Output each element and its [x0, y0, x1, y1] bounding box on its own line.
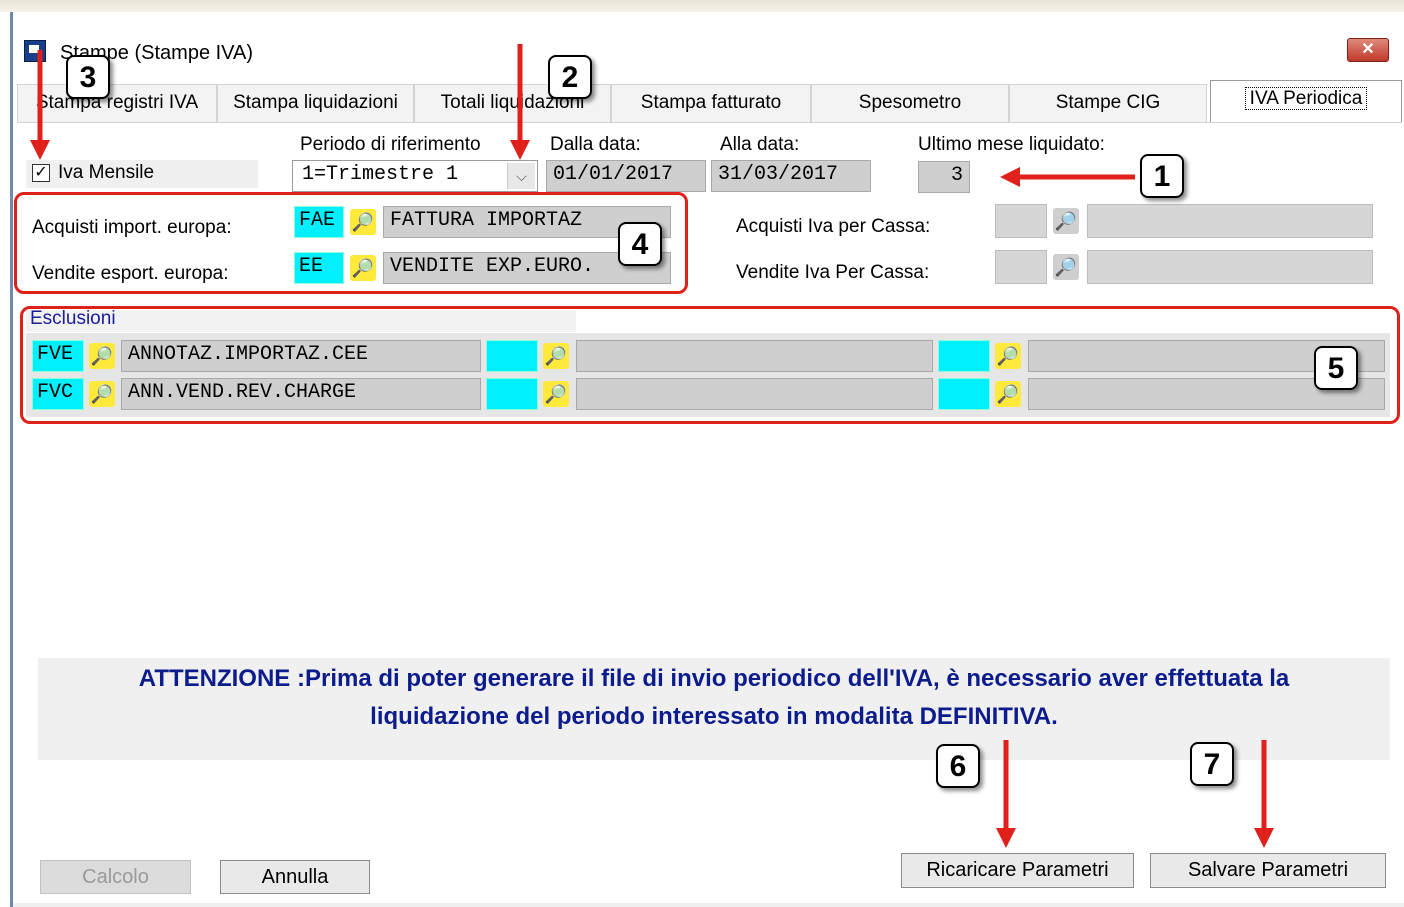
calcolo-button[interactable]: Calcolo — [40, 860, 191, 894]
acquisti-cassa-desc — [1087, 204, 1373, 238]
binoculars-icon: 🔎 — [1053, 254, 1079, 280]
acquisti-cassa-code — [995, 204, 1047, 238]
warning-line-1: ATTENZIONE :Prima di poter generare il f… — [138, 665, 1290, 692]
callout-4: 4 — [618, 222, 662, 266]
close-button[interactable]: ✕ — [1347, 38, 1389, 62]
binoculars-icon: 🔎 — [1053, 208, 1079, 234]
tab-divider — [17, 122, 1402, 123]
salvare-parametri-button[interactable]: Salvare Parametri — [1150, 853, 1386, 888]
highlight-frame-esclusioni — [20, 306, 1400, 424]
warning-message: ATTENZIONE :Prima di poter generare il f… — [38, 660, 1390, 736]
callout-1: 1 — [1140, 154, 1184, 198]
periodo-value: 1=Trimestre 1 — [302, 163, 459, 186]
dalla-data-field[interactable]: 01/01/2017 — [546, 160, 706, 192]
callout-6: 6 — [936, 744, 980, 788]
tab-stampa-registri-iva[interactable]: Stampa registri IVA — [17, 84, 217, 122]
tab-stampe-cig[interactable]: Stampe CIG — [1009, 84, 1207, 122]
desktop-background — [0, 0, 1404, 12]
app-icon — [24, 40, 46, 62]
tab-iva-periodica[interactable]: IVA Periodica — [1210, 80, 1402, 122]
iva-mensile-checkbox[interactable]: ✓ — [32, 164, 50, 182]
tab-stampa-liquidazioni[interactable]: Stampa liquidazioni — [217, 84, 414, 122]
tab-stampa-fatturato[interactable]: Stampa fatturato — [611, 84, 811, 122]
warning-line-2: liquidazione del periodo interessato in … — [370, 703, 1058, 730]
vendite-cassa-label: Vendite Iva Per Cassa: — [736, 262, 930, 283]
callout-7: 7 — [1190, 742, 1234, 786]
tab-spesometro[interactable]: Spesometro — [811, 84, 1009, 122]
ricaricare-parametri-button[interactable]: Ricaricare Parametri — [901, 853, 1134, 888]
ultimo-mese-field[interactable]: 3 — [918, 161, 970, 193]
alla-data-label: Alla data: — [720, 134, 800, 155]
callout-5: 5 — [1314, 346, 1358, 390]
acquisti-cassa-label: Acquisti Iva per Cassa: — [736, 216, 931, 237]
dalla-data-label: Dalla data: — [550, 134, 641, 155]
vendite-cassa-code — [995, 250, 1047, 284]
iva-mensile-label: Iva Mensile — [58, 162, 155, 183]
annulla-button[interactable]: Annulla — [220, 860, 370, 894]
ultimo-mese-label: Ultimo mese liquidato: — [918, 134, 1105, 155]
callout-2: 2 — [548, 55, 592, 99]
chevron-down-icon[interactable]: ⌵ — [507, 163, 535, 189]
vendite-cassa-desc — [1087, 250, 1373, 284]
periodo-label: Periodo di riferimento — [300, 134, 481, 155]
callout-3: 3 — [66, 55, 110, 99]
highlight-frame-europa — [14, 192, 688, 294]
alla-data-field[interactable]: 31/03/2017 — [711, 160, 871, 192]
bottom-edge — [13, 903, 1404, 907]
